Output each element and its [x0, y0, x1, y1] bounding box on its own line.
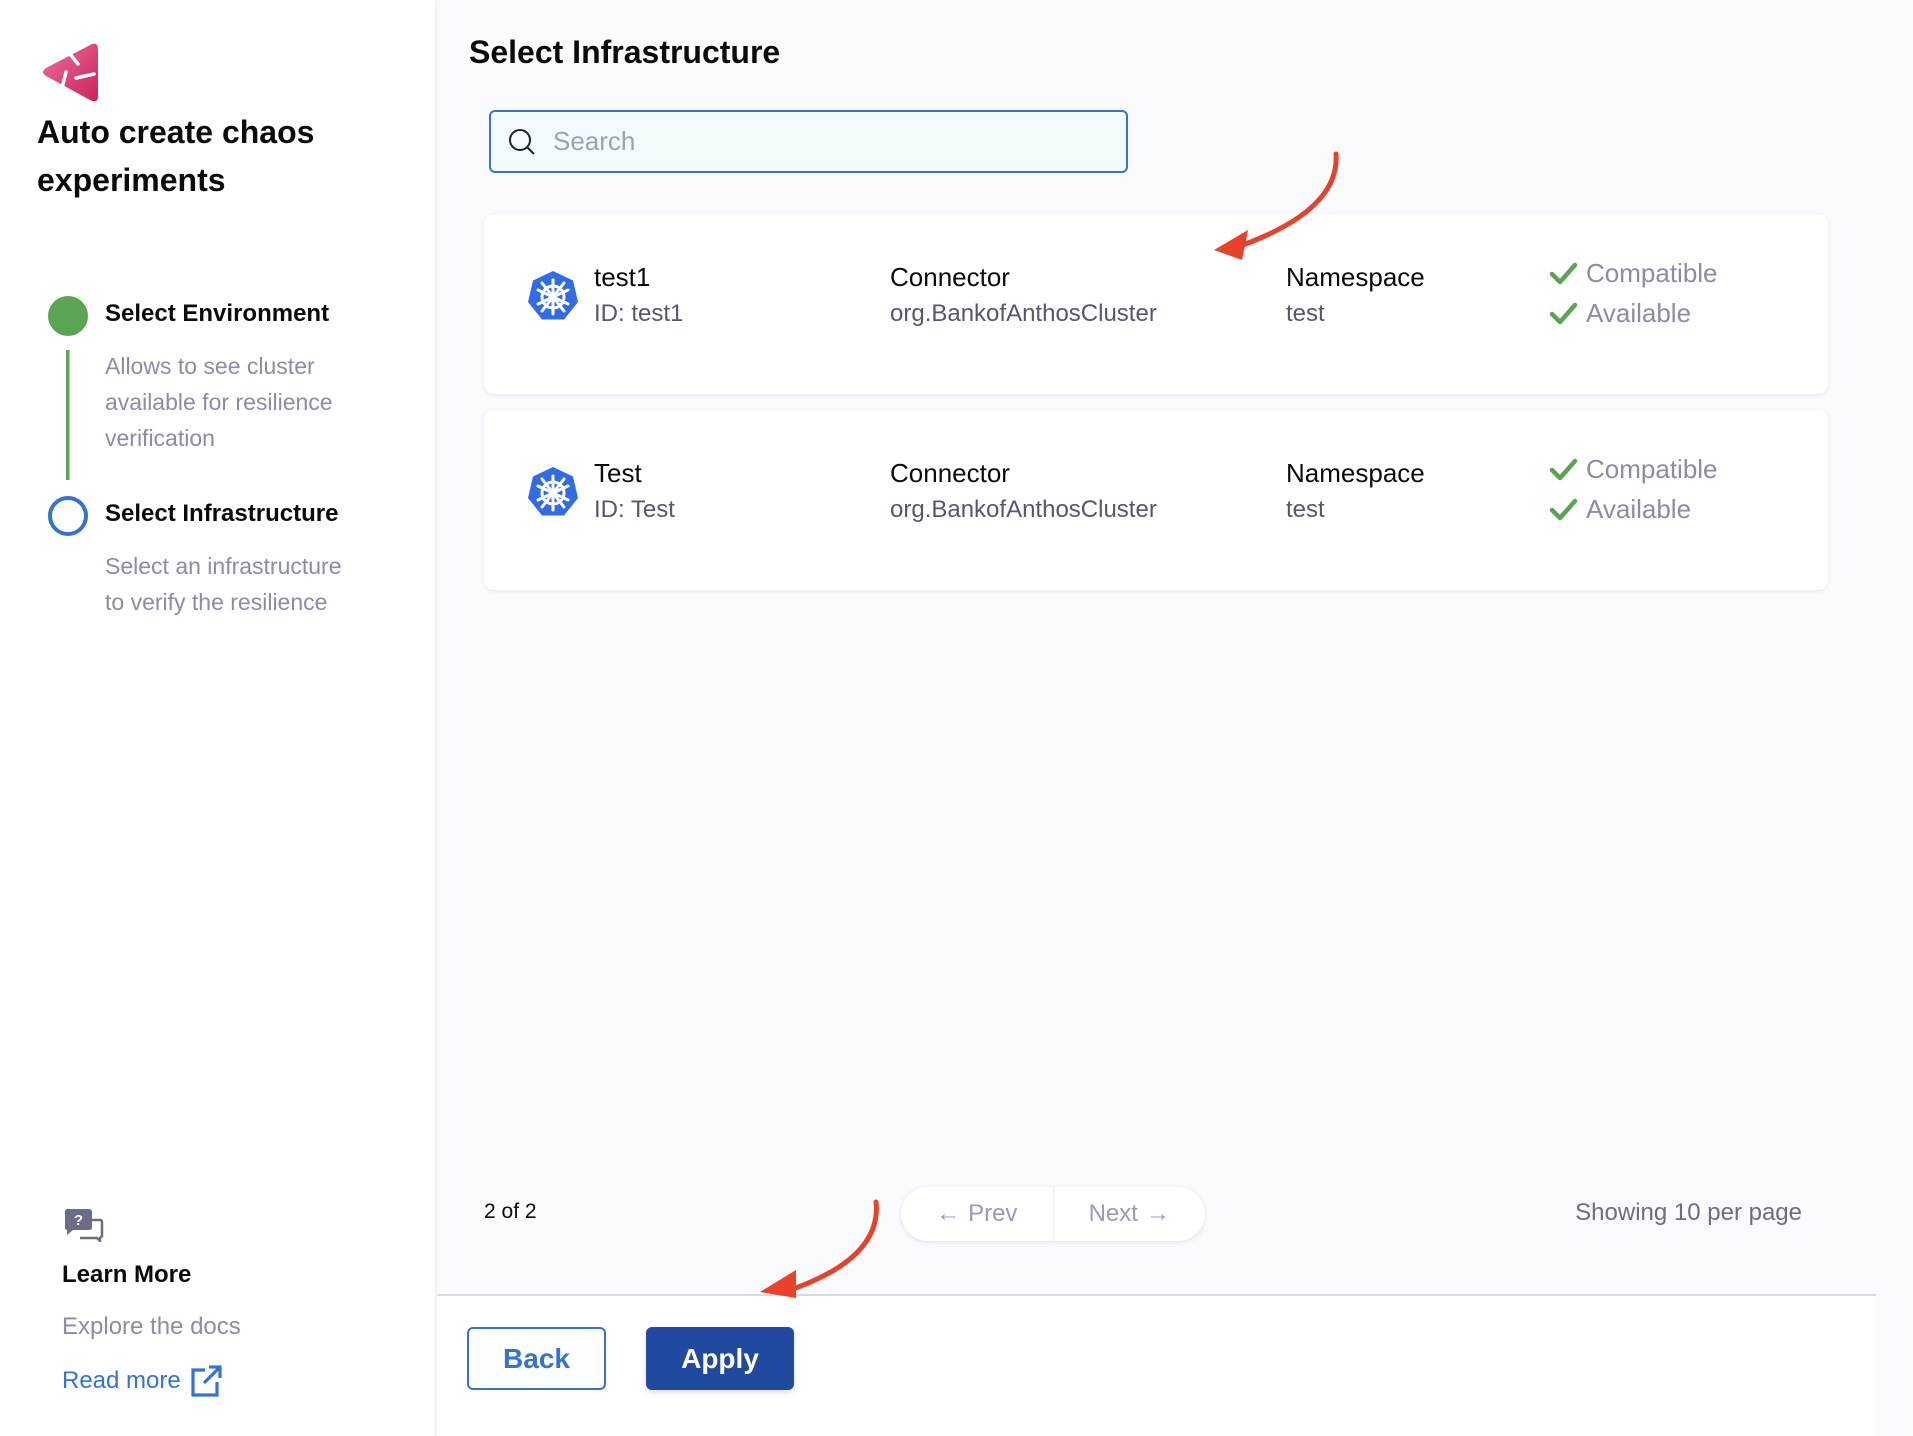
arrow-left-icon: ←: [936, 1200, 961, 1227]
infrastructure-id: ID: test1: [594, 300, 684, 327]
search-field[interactable]: [489, 110, 1128, 173]
step-description: Select an infrastructure to verify the r…: [105, 553, 342, 615]
page-count: 2 of 2: [484, 1200, 537, 1223]
chaos-logo-icon: [43, 43, 98, 102]
prev-label: Prev: [968, 1200, 1018, 1227]
namespace-header: Namespace: [1286, 458, 1425, 488]
namespace-value: test: [1286, 496, 1325, 523]
back-button[interactable]: Back: [467, 1327, 606, 1390]
status-label: Compatible: [1586, 454, 1718, 484]
infrastructure-card[interactable]: Test ID: Test Connector org.BankofAnthos…: [484, 410, 1828, 590]
check-icon: [1549, 458, 1578, 480]
namespace-header: Namespace: [1286, 262, 1425, 292]
status-label: Available: [1586, 494, 1692, 524]
kubernetes-icon: [528, 271, 578, 320]
infrastructure-name: test1: [594, 262, 651, 292]
pagination-controls: ← Prev Next →: [901, 1187, 1205, 1241]
search-icon: [509, 128, 535, 155]
status-available: Available: [1548, 494, 1691, 525]
prev-page-button[interactable]: ← Prev: [901, 1187, 1053, 1241]
infrastructure-card[interactable]: test1 ID: test1 Connector org.BankofAnth…: [484, 214, 1828, 394]
check-icon: [1549, 262, 1578, 284]
check-icon: [1549, 498, 1578, 520]
step-description: Allows to see cluster available for resi…: [105, 353, 333, 451]
arrow-right-icon: →: [1145, 1200, 1170, 1227]
step-completed-indicator: [48, 296, 88, 336]
step-label-select-infrastructure[interactable]: Select Infrastructure: [105, 500, 338, 528]
connector-header: Connector: [890, 262, 1010, 292]
step-current-indicator: [48, 496, 88, 536]
kubernetes-icon: [528, 467, 578, 516]
namespace-value: test: [1286, 300, 1325, 327]
annotation-arrow-icon: [760, 1199, 879, 1298]
next-page-button[interactable]: Next →: [1054, 1187, 1206, 1241]
infrastructure-id: ID: Test: [594, 496, 675, 523]
status-label: Available: [1586, 298, 1692, 328]
apply-button[interactable]: Apply: [646, 1327, 794, 1390]
infrastructure-name: Test: [594, 458, 642, 488]
page-title: Select Infrastructure: [469, 34, 781, 70]
step-label-select-environment[interactable]: Select Environment: [105, 300, 329, 328]
status-compatible: Compatible: [1548, 258, 1718, 289]
search-input[interactable]: [553, 126, 1113, 157]
connector-value: org.BankofAnthosCluster: [890, 496, 1157, 523]
read-more-link[interactable]: Read more: [62, 1364, 223, 1398]
learn-more-title: Learn More: [62, 1261, 192, 1288]
check-icon: [1549, 302, 1578, 324]
help-chat-icon: ?: [65, 1209, 104, 1242]
wizard-sidebar: Auto create chaos experiments Select Env…: [0, 0, 436, 1436]
status-available: Available: [1548, 298, 1691, 329]
svg-text:?: ?: [74, 1212, 83, 1229]
wizard-footer: Back Apply: [437, 1294, 1876, 1436]
next-label: Next: [1088, 1200, 1138, 1227]
learn-more-subtitle: Explore the docs: [62, 1313, 241, 1340]
status-label: Compatible: [1586, 258, 1718, 288]
step-connector-line: [66, 350, 70, 480]
connector-value: org.BankofAnthosCluster: [890, 300, 1157, 327]
read-more-label: Read more: [62, 1367, 181, 1394]
status-compatible: Compatible: [1548, 454, 1718, 485]
external-link-icon: [191, 1365, 222, 1397]
wizard-title: Auto create chaos experiments: [37, 114, 315, 198]
connector-header: Connector: [890, 458, 1010, 488]
per-page-label: Showing 10 per page: [1575, 1199, 1802, 1226]
